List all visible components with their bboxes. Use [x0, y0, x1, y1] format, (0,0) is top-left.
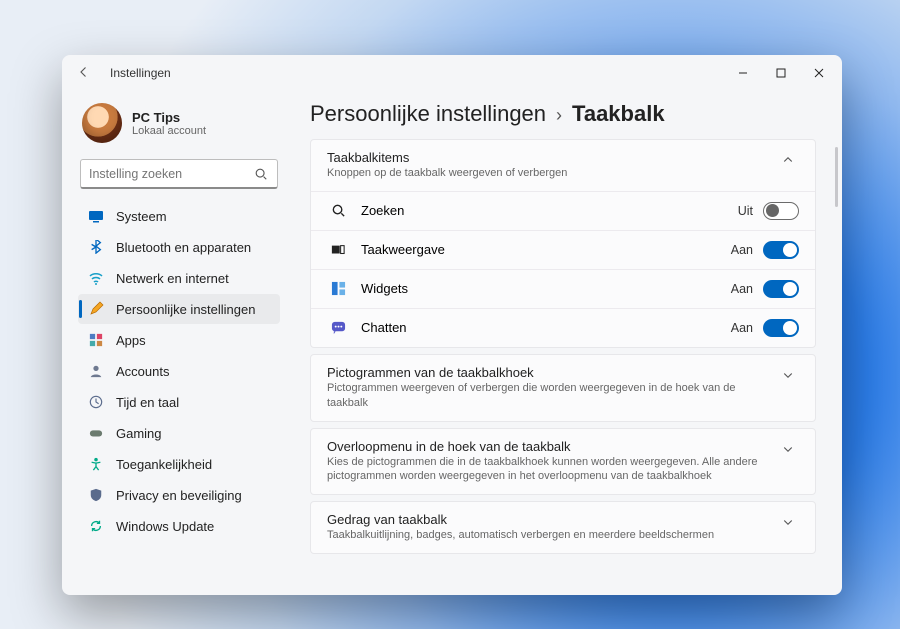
app-title: Instellingen [110, 66, 171, 80]
apps-icon [88, 332, 104, 348]
sidebar-item-apps[interactable]: Apps [78, 325, 280, 355]
section-subtitle: Pictogrammen weergeven of verbergen die … [327, 381, 777, 411]
gamepad-icon [88, 425, 104, 441]
search-icon [327, 203, 349, 218]
profile-block[interactable]: PC Tips Lokaal account [78, 97, 280, 157]
sidebar-item-personalization[interactable]: Persoonlijke instellingen [78, 294, 280, 324]
row-label: Chatten [361, 320, 731, 335]
shield-icon [88, 487, 104, 503]
sidebar-item-label: Systeem [116, 209, 167, 224]
sidebar-item-network[interactable]: Netwerk en internet [78, 263, 280, 293]
bluetooth-icon [88, 239, 104, 255]
sidebar-item-label: Netwerk en internet [116, 271, 229, 286]
row-chatten: Chatten Aan [311, 308, 815, 347]
row-label: Taakweergave [361, 242, 731, 257]
toggle-state: Uit [738, 204, 753, 218]
wifi-icon [88, 270, 104, 286]
accessibility-icon [88, 456, 104, 472]
nav-list: Systeem Bluetooth en apparaten Netwerk e… [78, 201, 280, 541]
settings-window: Instellingen PC Tips Lokaal account [62, 55, 842, 595]
person-icon [88, 363, 104, 379]
section-header-taskbar-items[interactable]: Taakbalkitems Knoppen op de taakbalk wee… [311, 140, 815, 191]
sidebar-item-label: Accounts [116, 364, 169, 379]
sidebar-item-label: Gaming [116, 426, 162, 441]
chevron-down-icon [777, 365, 799, 381]
sidebar-item-label: Persoonlijke instellingen [116, 302, 255, 317]
breadcrumb-parent[interactable]: Persoonlijke instellingen [310, 101, 546, 127]
section-title: Taakbalkitems [327, 150, 777, 165]
back-button[interactable] [72, 66, 96, 81]
chevron-up-icon [777, 150, 799, 166]
profile-name: PC Tips [132, 110, 206, 125]
close-button[interactable] [800, 57, 838, 89]
minimize-button[interactable] [724, 57, 762, 89]
content-area: Persoonlijke instellingen › Taakbalk Taa… [292, 91, 842, 595]
maximize-button[interactable] [762, 57, 800, 89]
section-subtitle: Knoppen op de taakbalk weergeven of verb… [327, 166, 777, 181]
section-subtitle: Kies de pictogrammen die in de taakbalkh… [327, 455, 777, 485]
section-title: Pictogrammen van de taakbalkhoek [327, 365, 777, 380]
sidebar-item-accounts[interactable]: Accounts [78, 356, 280, 386]
breadcrumb-current: Taakbalk [572, 101, 665, 127]
section-subtitle: Taakbalkuitlijning, badges, automatisch … [327, 528, 777, 543]
sidebar-item-windows-update[interactable]: Windows Update [78, 511, 280, 541]
titlebar: Instellingen [62, 55, 842, 91]
brush-icon [88, 301, 104, 317]
toggle-zoeken[interactable] [763, 202, 799, 220]
scrollbar[interactable] [835, 147, 838, 207]
breadcrumb: Persoonlijke instellingen › Taakbalk [310, 101, 816, 127]
search-icon [253, 166, 269, 182]
sidebar-item-privacy[interactable]: Privacy en beveiliging [78, 480, 280, 510]
toggle-state: Aan [731, 282, 753, 296]
avatar [82, 103, 122, 143]
chevron-right-icon: › [556, 105, 562, 126]
sidebar-item-label: Apps [116, 333, 146, 348]
sidebar-item-time[interactable]: Tijd en taal [78, 387, 280, 417]
toggle-widgets[interactable] [763, 280, 799, 298]
toggle-chatten[interactable] [763, 319, 799, 337]
profile-subtitle: Lokaal account [132, 125, 206, 137]
section-corner-icons[interactable]: Pictogrammen van de taakbalkhoek Pictogr… [310, 354, 816, 422]
section-taskbar-items: Taakbalkitems Knoppen op de taakbalk wee… [310, 139, 816, 348]
row-taakweergave: Taakweergave Aan [311, 230, 815, 269]
search-box[interactable] [80, 159, 278, 189]
clock-icon [88, 394, 104, 410]
sidebar-item-label: Windows Update [116, 519, 214, 534]
chevron-down-icon [777, 512, 799, 528]
sidebar: PC Tips Lokaal account Systeem Bluetooth… [62, 91, 292, 595]
section-title: Gedrag van taakbalk [327, 512, 777, 527]
row-label: Widgets [361, 281, 731, 296]
search-input[interactable] [89, 167, 253, 181]
sidebar-item-gaming[interactable]: Gaming [78, 418, 280, 448]
sidebar-item-label: Tijd en taal [116, 395, 179, 410]
taskview-icon [327, 243, 349, 257]
toggle-state: Aan [731, 321, 753, 335]
row-zoeken: Zoeken Uit [311, 191, 815, 230]
section-title: Overloopmenu in de hoek van de taakbalk [327, 439, 777, 454]
chat-icon [327, 320, 349, 335]
update-icon [88, 518, 104, 534]
widgets-icon [327, 281, 349, 296]
section-behaviors[interactable]: Gedrag van taakbalk Taakbalkuitlijning, … [310, 501, 816, 554]
row-widgets: Widgets Aan [311, 269, 815, 308]
row-label: Zoeken [361, 203, 738, 218]
display-icon [88, 208, 104, 224]
sidebar-item-label: Privacy en beveiliging [116, 488, 242, 503]
sidebar-item-system[interactable]: Systeem [78, 201, 280, 231]
sidebar-item-label: Toegankelijkheid [116, 457, 212, 472]
chevron-down-icon [777, 439, 799, 455]
section-overflow[interactable]: Overloopmenu in de hoek van de taakbalk … [310, 428, 816, 496]
toggle-state: Aan [731, 243, 753, 257]
sidebar-item-bluetooth[interactable]: Bluetooth en apparaten [78, 232, 280, 262]
sidebar-item-accessibility[interactable]: Toegankelijkheid [78, 449, 280, 479]
sidebar-item-label: Bluetooth en apparaten [116, 240, 251, 255]
toggle-taakweergave[interactable] [763, 241, 799, 259]
